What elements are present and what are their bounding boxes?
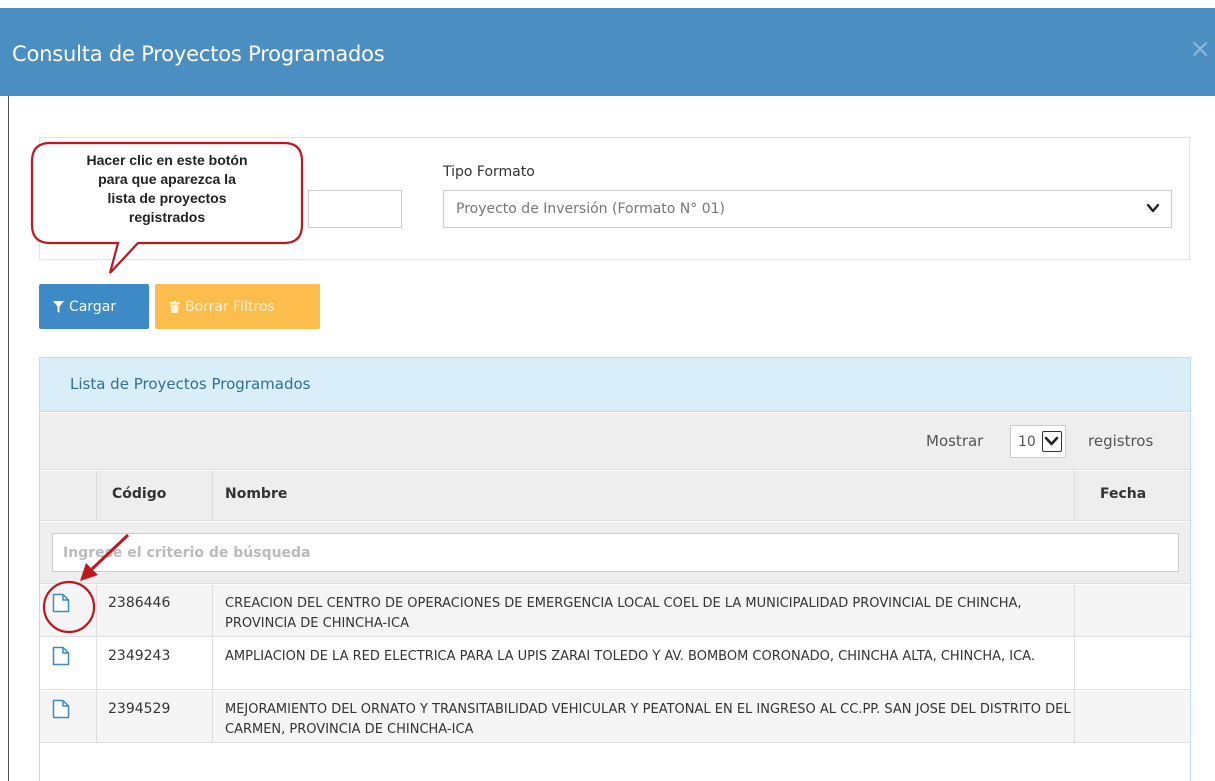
- callout-line: Hacer clic en este botón: [86, 152, 248, 168]
- dropdown-box: [1042, 431, 1062, 452]
- borrar-filtros-button[interactable]: Borrar Filtros: [155, 284, 320, 329]
- table-row: 2349243 AMPLIACION DE LA RED ELECTRICA P…: [40, 638, 1190, 690]
- table-search-row: [40, 522, 1190, 584]
- row-name: AMPLIACION DE LA RED ELECTRICA PARA LA U…: [225, 649, 1035, 664]
- filter-icon: [53, 300, 64, 313]
- column-divider: [96, 691, 97, 743]
- callout-line: lista de proyectos: [107, 190, 227, 206]
- column-header-nombre[interactable]: Nombre: [225, 486, 287, 502]
- table-row: 2386446 CREACION DEL CENTRO DE OPERACION…: [40, 585, 1190, 637]
- row-code: 2394529: [108, 701, 171, 717]
- close-icon[interactable]: ×: [1189, 36, 1211, 62]
- callout-text: Hacer clic en este botón para que aparez…: [30, 151, 304, 227]
- row-name: MEJORAMIENTO DEL ORNATO Y TRANSITABILIDA…: [225, 702, 1071, 737]
- projects-list-panel: Lista de Proyectos Programados Mostrar 1…: [39, 357, 1191, 781]
- page-length-select[interactable]: 10: [1010, 425, 1066, 458]
- callout-line: para que aparezca la: [98, 171, 236, 187]
- callout-line: registrados: [128, 209, 206, 225]
- list-heading: Lista de Proyectos Programados: [40, 358, 1190, 412]
- column-divider: [1074, 471, 1075, 521]
- cargar-button[interactable]: Cargar: [39, 284, 149, 329]
- document-icon[interactable]: [52, 593, 70, 613]
- search-input[interactable]: [52, 533, 1179, 572]
- cargar-label: Cargar: [69, 298, 117, 315]
- column-divider: [212, 585, 213, 637]
- column-divider: [96, 638, 97, 690]
- chevron-down-icon: [1146, 203, 1160, 213]
- modal-title: Consulta de Proyectos Programados: [12, 42, 385, 66]
- instruction-callout: Hacer clic en este botón para que aparez…: [30, 141, 304, 274]
- borrar-filtros-label: Borrar Filtros: [185, 298, 275, 315]
- tipo-formato-value: Proyecto de Inversión (Formato N° 01): [456, 201, 726, 217]
- column-divider: [212, 638, 213, 690]
- chevron-down-icon: [1044, 436, 1059, 446]
- document-icon[interactable]: [52, 646, 70, 666]
- tipo-formato-label: Tipo Formato: [443, 164, 535, 180]
- row-code: 2386446: [108, 595, 171, 611]
- modal-header: Consulta de Proyectos Programados ×: [0, 0, 1215, 96]
- list-title: Lista de Proyectos Programados: [70, 375, 311, 393]
- column-divider: [212, 471, 213, 521]
- registros-label: registros: [1088, 432, 1154, 450]
- column-header-codigo[interactable]: Código: [112, 486, 166, 502]
- document-icon[interactable]: [52, 699, 70, 719]
- table-header: Código Nombre Fecha: [40, 471, 1190, 521]
- row-name: CREACION DEL CENTRO DE OPERACIONES DE EM…: [225, 596, 1022, 631]
- column-header-fecha[interactable]: Fecha: [1100, 486, 1146, 502]
- row-code: 2349243: [108, 648, 171, 664]
- table-toolbar: Mostrar 10 registros: [40, 413, 1190, 470]
- column-divider: [96, 585, 97, 637]
- mostrar-label: Mostrar: [926, 432, 984, 450]
- modal-left-border: [8, 96, 9, 781]
- page-length-value: 10: [1018, 434, 1036, 450]
- trash-icon: [169, 300, 180, 313]
- tipo-formato-select[interactable]: Proyecto de Inversión (Formato N° 01): [443, 190, 1172, 228]
- code-filter-input[interactable]: [308, 190, 402, 228]
- column-divider: [212, 691, 213, 743]
- table-row: 2394529 MEJORAMIENTO DEL ORNATO Y TRANSI…: [40, 691, 1190, 743]
- column-divider: [96, 471, 97, 521]
